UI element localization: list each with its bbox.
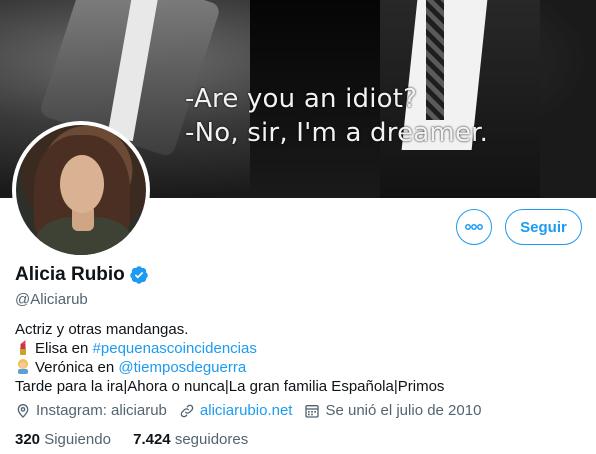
website-link[interactable]: aliciarubio.net — [200, 402, 293, 419]
profile-name-row: Alicia Rubio — [15, 264, 149, 286]
avatar[interactable] — [12, 121, 150, 259]
following-count: 320 — [15, 431, 41, 448]
avatar-face — [60, 155, 104, 213]
following-link[interactable]: 320 Siguiendo — [15, 431, 115, 448]
profile-handle: @Aliciarub — [15, 291, 88, 308]
lipstick-icon — [20, 340, 26, 355]
more-icon — [465, 224, 483, 230]
location-text: Instagram: aliciarub — [36, 402, 167, 419]
followers-link[interactable]: 7.424 seguidores — [133, 431, 248, 448]
following-label: Siguiendo — [44, 431, 111, 448]
follow-button[interactable]: Seguir — [505, 209, 582, 245]
mention-link[interactable]: @tiemposdeguerra — [118, 359, 246, 376]
followers-count: 7.424 — [133, 431, 171, 448]
bio-line: Verónica en @tiemposdeguerra — [15, 358, 444, 377]
joined-item: Se unió el julio de 2010 — [304, 402, 481, 419]
verified-badge-icon[interactable] — [129, 265, 149, 285]
avatar-photo — [16, 125, 146, 255]
location-item: Instagram: aliciarub — [15, 402, 167, 419]
more-options-button[interactable] — [456, 209, 492, 245]
joined-text: Se unió el julio de 2010 — [325, 402, 482, 419]
profile-meta: Instagram: aliciarub aliciarubio.net Se … — [15, 402, 493, 419]
hashtag-link[interactable]: #pequenascoincidencias — [93, 340, 257, 357]
banner-quote-line2: -No, sir, I'm a dreamer. — [185, 118, 489, 148]
profile-name: Alicia Rubio — [15, 264, 125, 285]
follow-stats: 320 Siguiendo 7.424 seguidores — [15, 431, 266, 448]
bio-line: Actriz y otras mandangas. — [15, 321, 189, 338]
banner-quote-line1: -Are you an idiot? — [185, 84, 418, 114]
bio-line: Elisa en #pequenascoincidencias — [15, 339, 444, 358]
location-icon — [17, 403, 29, 418]
banner-quote: -Are you an idiot? -No, sir, I'm a dream… — [185, 82, 488, 150]
bio-line: Tarde para la ira|Ahora o nunca|La gran … — [15, 378, 445, 395]
website-item[interactable]: aliciarubio.net — [179, 402, 293, 419]
followers-label: seguidores — [174, 431, 249, 448]
bio-role-prefix: Elisa en — [35, 340, 93, 357]
person-blond-icon — [18, 359, 28, 374]
link-icon — [180, 404, 194, 417]
profile-bio: Actriz y otras mandangas. Elisa en #pequ… — [15, 320, 444, 396]
bio-role-prefix: Verónica en — [35, 359, 119, 376]
calendar-icon — [305, 404, 320, 418]
